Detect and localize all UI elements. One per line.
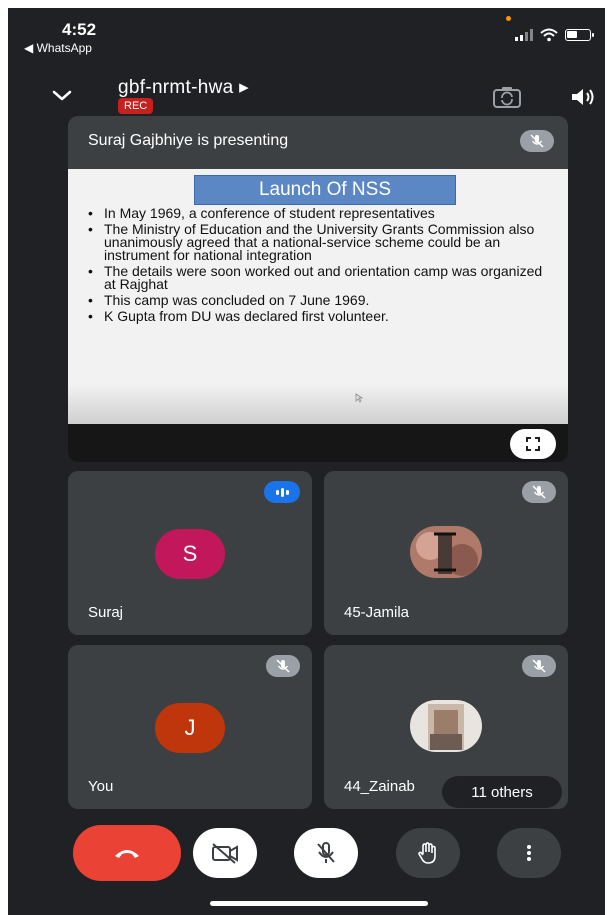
slide-bullet: This camp was concluded on 7 June 1969. (88, 293, 548, 307)
speaker-icon[interactable] (568, 84, 598, 110)
raise-hand-button[interactable] (396, 828, 460, 878)
fullscreen-icon (526, 437, 540, 451)
presentation-footer (68, 424, 568, 462)
raise-hand-icon (418, 842, 436, 864)
shared-slide: Launch Of NSS In May 1969, a conference … (68, 169, 568, 424)
phone-hangup-icon (115, 850, 139, 858)
participant-name: Suraj (88, 604, 124, 621)
status-time: 4:52 (62, 20, 97, 39)
minimize-chevron-icon[interactable] (50, 86, 74, 106)
slide-bullet: K Gupta from DU was declared first volun… (88, 309, 548, 323)
mic-off-icon (522, 481, 556, 503)
mic-toggle-button[interactable] (294, 828, 358, 878)
slide-bullet-list: In May 1969, a conference of student rep… (88, 206, 548, 326)
slide-fade (68, 384, 568, 424)
switch-camera-icon[interactable] (491, 84, 523, 110)
presentation-tile[interactable]: Suraj Gajbhiye is presenting Launch Of N… (68, 116, 568, 462)
more-vert-icon (527, 845, 531, 861)
mic-off-icon (522, 655, 556, 677)
meeting-code[interactable]: gbf-nrmt-hwa ▸ (118, 76, 249, 99)
avatar (410, 700, 482, 752)
camera-toggle-button[interactable] (193, 828, 257, 878)
cellular-signal-icon (515, 29, 533, 41)
mic-off-icon (317, 842, 335, 863)
others-count-button[interactable]: 11 others (442, 776, 562, 808)
participant-tile-you[interactable]: J You (68, 645, 312, 809)
slide-bullet: The details were soon worked out and ori… (88, 264, 548, 291)
fullscreen-button[interactable] (510, 429, 556, 459)
participant-tile-jamila[interactable]: 45-Jamila (324, 471, 568, 635)
avatar (410, 526, 482, 578)
mic-off-icon (266, 655, 300, 677)
slide-bullet: The Ministry of Education and the Univer… (88, 222, 548, 262)
mic-in-use-indicator (506, 16, 511, 21)
participant-name: 44_Zainab (344, 778, 415, 795)
home-indicator[interactable] (210, 901, 428, 906)
phone-screen: 4:52 ◀ WhatsApp gbf-nrmt-hwa ▸ REC Suraj… (8, 8, 605, 915)
end-call-button[interactable] (73, 825, 181, 881)
presenter-label: Suraj Gajbhiye is presenting (88, 132, 289, 149)
status-icons (515, 28, 594, 42)
recording-badge: REC (118, 98, 154, 114)
participant-name: 45-Jamila (344, 604, 410, 621)
wifi-icon (540, 28, 558, 42)
speaking-indicator-icon (264, 481, 300, 503)
avatar: S (155, 529, 225, 579)
participant-tile-suraj[interactable]: S Suraj (68, 471, 312, 635)
back-to-whatsapp-link[interactable]: ◀ WhatsApp (24, 41, 92, 55)
battery-icon (565, 29, 594, 41)
avatar: J (155, 703, 225, 753)
participant-name: You (88, 778, 114, 795)
slide-heading: Launch Of NSS (194, 175, 456, 205)
more-options-button[interactable] (497, 828, 561, 878)
presenter-mic-off-icon (520, 130, 554, 152)
slide-bullet: In May 1969, a conference of student rep… (88, 206, 548, 220)
video-off-icon (212, 843, 238, 864)
